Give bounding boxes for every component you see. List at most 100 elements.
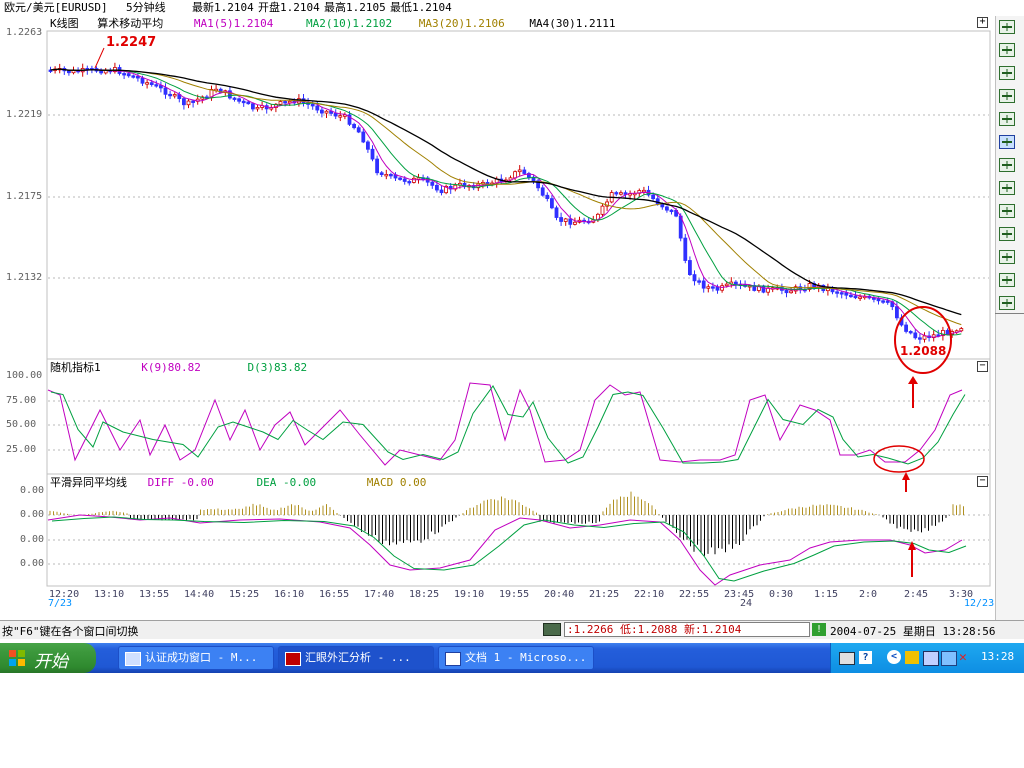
chart-area[interactable] <box>0 16 995 620</box>
kdj-collapse-button[interactable]: − <box>977 361 988 372</box>
text-icon[interactable] <box>999 273 1015 287</box>
candle-body <box>149 82 154 86</box>
x-tick-label: 18:25 <box>409 589 440 600</box>
macd-collapse-button[interactable]: − <box>977 476 988 487</box>
kline-title: K线图 <box>50 17 79 30</box>
x-tick-label: 16:55 <box>319 589 350 600</box>
candle-body <box>619 192 623 195</box>
line-icon[interactable] <box>999 66 1015 80</box>
candle-body <box>379 172 384 175</box>
macd-panel-title: 平滑异同平均线 DIFF -0.00 DEA -0.00 MACD 0.00 <box>50 476 426 490</box>
candle-body <box>315 105 320 111</box>
ma4-value: MA4(30)1.2111 <box>529 17 616 30</box>
delete-icon[interactable] <box>999 296 1015 310</box>
candle-body <box>517 169 522 173</box>
candle-body <box>513 171 517 179</box>
x-date-end: 12/23 <box>964 598 995 609</box>
status-hint: 按"F6"键在各个窗口间切换 <box>2 625 139 638</box>
x-date-start: 7/23 <box>48 598 73 609</box>
x-tick-label: 17:40 <box>364 589 395 600</box>
candle-body <box>573 221 577 225</box>
channel-icon[interactable] <box>999 112 1015 126</box>
candle-body <box>430 181 435 186</box>
chevron-left-icon[interactable]: < <box>887 650 901 664</box>
x-tick-label: 2:45 <box>904 589 929 600</box>
x-tick-label: 19:55 <box>499 589 530 600</box>
task-auth-window[interactable]: 认证成功窗口 - M... <box>118 646 274 670</box>
candle-body <box>416 177 421 180</box>
help-icon[interactable]: ? <box>859 651 872 664</box>
candle-body <box>706 286 711 289</box>
open-price: 开盘1.2104 <box>258 1 320 14</box>
candle-body <box>692 274 697 282</box>
ma10-line <box>50 68 962 336</box>
kline-expand-button[interactable]: + <box>977 17 988 28</box>
candle-body <box>881 300 885 303</box>
display-icon[interactable] <box>941 651 957 666</box>
candle-body <box>333 113 338 117</box>
candle-body <box>135 76 140 79</box>
calculator-icon[interactable] <box>543 623 561 636</box>
task-forex-analysis[interactable]: 汇眼外汇分析 - ... <box>278 646 434 670</box>
status-bar: 按"F6"键在各个窗口间切换 :1.2266 低:1.2088 新:1.2104… <box>0 620 1024 639</box>
grid-icon[interactable] <box>999 250 1015 264</box>
low-price: 最低1.2104 <box>390 1 452 14</box>
cursor-icon[interactable] <box>999 20 1015 34</box>
kdj-k-value: K(9)80.82 <box>141 361 201 374</box>
windows-logo-icon <box>9 650 25 666</box>
candle-body <box>439 189 444 194</box>
candle-body <box>550 198 554 209</box>
candle-body <box>600 205 605 215</box>
kline-y-tick: 1.2175 <box>6 191 43 202</box>
candle-body <box>849 294 853 298</box>
kline-y-tick: 1.2132 <box>6 272 43 283</box>
fib-icon[interactable] <box>999 135 1015 149</box>
candle-body <box>324 110 329 114</box>
candle-body <box>784 289 789 294</box>
candle-body <box>688 260 692 276</box>
kline-y-tick: 1.2263 <box>6 27 43 38</box>
task-word-document[interactable]: 文档 1 - Microso... <box>438 646 594 670</box>
x-tick-label: 22:10 <box>634 589 665 600</box>
zoom-icon[interactable] <box>999 43 1015 57</box>
monitor-icon[interactable] <box>923 651 939 666</box>
macd-y-tick: 0.00 <box>20 534 45 545</box>
candle-body <box>908 331 913 334</box>
keyboard-icon[interactable] <box>839 652 855 665</box>
macd-dea-line <box>51 516 967 582</box>
security-icon[interactable]: ✕ <box>959 651 973 664</box>
candle-body <box>99 70 103 74</box>
network-icon[interactable] <box>905 651 919 664</box>
candle-body <box>407 181 412 184</box>
app-window: 欧元/美元[EURUSD] 5分钟线 最新1.2104 开盘1.2104 最高1… <box>0 0 1024 768</box>
candle-body <box>411 177 416 183</box>
candle-body <box>711 286 715 289</box>
x-tick-label: 13:10 <box>94 589 125 600</box>
pen-icon[interactable] <box>999 158 1015 172</box>
candle-icon[interactable] <box>999 204 1015 218</box>
word-icon <box>445 652 461 666</box>
app-icon <box>285 652 301 666</box>
window-icon <box>125 652 141 666</box>
candle-body <box>697 280 701 283</box>
bars-icon[interactable] <box>999 181 1015 195</box>
kdj-d-value: D(3)83.82 <box>247 361 308 374</box>
drawing-toolbar <box>995 16 1024 620</box>
candle-body <box>154 84 159 87</box>
candle-body <box>246 101 251 105</box>
annotation-high-text: 1.2247 <box>106 35 157 50</box>
candle-body <box>858 296 862 299</box>
macd-macd-value: MACD 0.00 <box>366 476 427 489</box>
info-icon[interactable]: ! <box>812 623 826 636</box>
candle-body <box>554 207 559 218</box>
candle-body <box>761 285 766 293</box>
toolbar-divider <box>995 313 1024 314</box>
kdj-panel-title: 随机指标1 K(9)80.82 D(3)83.82 <box>50 361 307 375</box>
x-tick-label: 1:15 <box>814 589 839 600</box>
kdj-y-tick: 50.00 <box>6 419 37 430</box>
candle-body <box>232 97 237 100</box>
start-button[interactable]: 开始 <box>0 643 96 673</box>
trend-icon[interactable] <box>999 89 1015 103</box>
candle-body <box>904 324 908 332</box>
volume-icon[interactable] <box>999 227 1015 241</box>
